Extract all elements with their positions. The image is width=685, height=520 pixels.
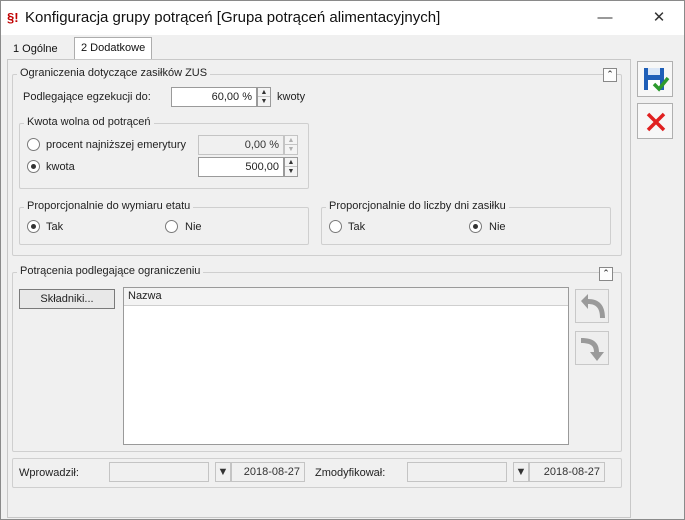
spin-down-icon[interactable]: ▼ — [258, 97, 270, 106]
footer-box: Wprowadził: ▼ 2018-08-27 Zmodyfikował: ▼… — [12, 458, 622, 488]
zmodyfikowal-user — [407, 462, 507, 482]
wprowadzil-dropdown: ▼ — [215, 462, 231, 482]
save-check-icon — [644, 68, 670, 92]
move-down-button[interactable] — [575, 331, 609, 365]
save-button[interactable] — [637, 61, 673, 97]
chevron-down-icon: ▼ — [515, 466, 527, 478]
potracenia-group: Potrącenia podlegające ograniczeniu ⌃ Sk… — [12, 265, 622, 452]
radio-dni-nie[interactable] — [469, 220, 482, 233]
zmodyfikowal-dropdown: ▼ — [513, 462, 529, 482]
potracenia-title: Potrącenia podlegające ograniczeniu — [17, 265, 204, 277]
wprowadzil-user — [109, 462, 209, 482]
etat-title: Proporcjonalnie do wymiaru etatu — [24, 200, 194, 212]
move-up-button[interactable] — [575, 289, 609, 323]
kwota-wolna-title: Kwota wolna od potrąceń — [24, 116, 154, 128]
skladniki-button[interactable]: Składniki... — [19, 289, 115, 309]
tab-bar: 1 Ogólne 2 Dodatkowe — [1, 35, 684, 61]
egzekucja-unit: kwoty — [277, 91, 306, 103]
spin-up-icon[interactable]: ▲ — [258, 88, 270, 97]
procent-label: procent najniższej emerytury — [46, 139, 187, 151]
dni-tak-label: Tak — [348, 221, 366, 233]
minimize-button[interactable]: — — [587, 5, 623, 31]
tab-dodatkowe[interactable]: 2 Dodatkowe — [74, 37, 153, 61]
spin-down-icon[interactable]: ▼ — [285, 145, 297, 154]
radio-kwota[interactable] — [27, 160, 40, 173]
collapse-zus-button[interactable]: ⌃ — [603, 68, 617, 82]
close-window-button[interactable]: ✕ — [641, 5, 677, 31]
radio-dni-tak[interactable] — [329, 220, 342, 233]
wprowadzil-date: 2018-08-27 — [231, 462, 305, 482]
spin-up-icon[interactable]: ▲ — [285, 158, 297, 167]
egzekucja-label: Podlegające egzekucji do: — [23, 91, 151, 103]
kwota-wolna-group: Kwota wolna od potrąceń procent najniższ… — [19, 116, 309, 189]
app-icon: §! — [7, 10, 19, 25]
dni-nie-label: Nie — [489, 221, 506, 233]
curved-arrow-up-icon — [581, 294, 605, 318]
spin-down-icon[interactable]: ▼ — [285, 167, 297, 176]
procent-spinner[interactable]: ▲ ▼ — [284, 135, 298, 155]
kwota-label: kwota — [46, 161, 75, 173]
tab-content-panel: Ograniczenia dotyczące zasiłków ZUS ⌃ Po… — [7, 59, 631, 518]
collapse-potracenia-button[interactable]: ⌃ — [599, 267, 613, 281]
zmodyfikowal-label: Zmodyfikował: — [315, 467, 386, 479]
dni-title: Proporcjonalnie do liczby dni zasiłku — [326, 200, 509, 212]
title-bar: §! Konfiguracja grupy potrąceń [Grupa po… — [1, 1, 684, 35]
zmodyfikowal-date: 2018-08-27 — [529, 462, 605, 482]
grid-header-nazwa[interactable]: Nazwa — [124, 288, 568, 306]
dialog-window: §! Konfiguracja grupy potrąceń [Grupa po… — [0, 0, 685, 520]
egzekucja-spinner[interactable]: ▲ ▼ — [257, 87, 271, 107]
curved-arrow-down-icon — [581, 338, 604, 361]
etat-nie-label: Nie — [185, 221, 202, 233]
etat-tak-label: Tak — [46, 221, 64, 233]
radio-etat-nie[interactable] — [165, 220, 178, 233]
kwota-spinner[interactable]: ▲ ▼ — [284, 157, 298, 177]
kwota-input[interactable]: 500,00 — [198, 157, 284, 177]
chevron-down-icon: ▼ — [217, 466, 229, 478]
procent-input[interactable]: 0,00 % — [198, 135, 284, 155]
tab-ogolne[interactable]: 1 Ogólne — [7, 39, 64, 61]
dni-group: Proporcjonalnie do liczby dni zasiłku Ta… — [321, 200, 611, 245]
zus-limits-group: Ograniczenia dotyczące zasiłków ZUS ⌃ Po… — [12, 67, 622, 256]
etat-group: Proporcjonalnie do wymiaru etatu Tak Nie — [19, 200, 309, 245]
wprowadzil-label: Wprowadził: — [19, 467, 79, 479]
potracenia-grid[interactable]: Nazwa — [123, 287, 569, 445]
window-title: Konfiguracja grupy potrąceń [Grupa potrą… — [25, 9, 441, 26]
cancel-button[interactable] — [637, 103, 673, 139]
zus-group-title: Ograniczenia dotyczące zasiłków ZUS — [17, 67, 211, 79]
radio-etat-tak[interactable] — [27, 220, 40, 233]
egzekucja-input[interactable]: 60,00 % — [171, 87, 257, 107]
red-x-icon — [646, 112, 666, 132]
radio-procent[interactable] — [27, 138, 40, 151]
spin-up-icon[interactable]: ▲ — [285, 136, 297, 145]
